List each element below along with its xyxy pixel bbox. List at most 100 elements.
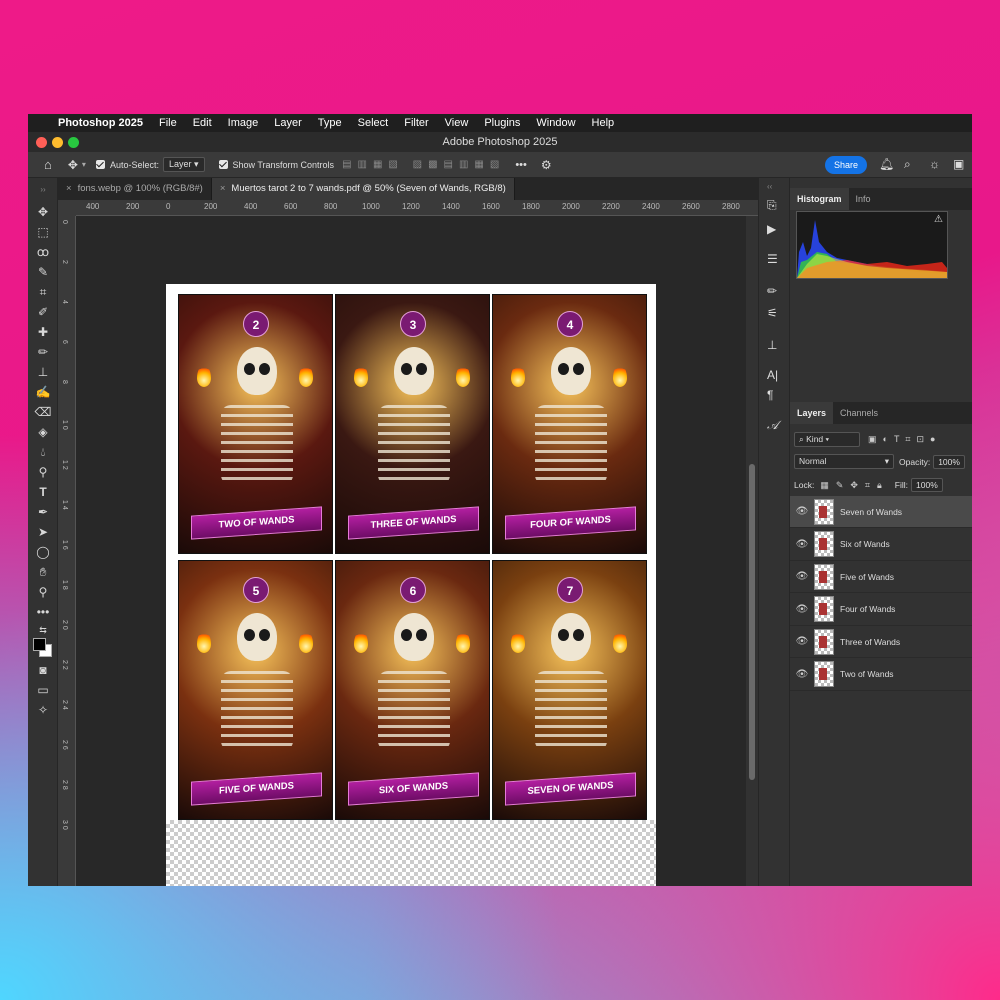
layer-row[interactable]: 👁︎ Seven of Wands xyxy=(790,496,972,528)
auto-select-checkbox[interactable]: Auto-Select: xyxy=(95,160,159,170)
move-tool[interactable]: ✥ xyxy=(34,204,52,220)
tab-fons[interactable]: × fons.webp @ 100% (RGB/8#) xyxy=(58,178,212,200)
tab-info[interactable]: Info xyxy=(849,188,878,210)
layer-row[interactable]: 👁︎ Two of Wands xyxy=(790,659,972,691)
opacity-field[interactable]: 100% xyxy=(933,454,965,469)
more-tools-icon[interactable]: ••• xyxy=(34,604,52,620)
warning-icon[interactable]: ⚠ xyxy=(934,214,943,225)
eye-icon[interactable]: 👁︎ xyxy=(790,604,814,615)
tarot-card[interactable]: 3 THREE OF WANDS xyxy=(335,294,490,554)
blur-tool[interactable]: 💧︎ xyxy=(34,444,52,460)
menu-type[interactable]: Type xyxy=(318,117,342,129)
menu-plugins[interactable]: Plugins xyxy=(484,117,520,129)
scrollbar-thumb[interactable] xyxy=(749,464,755,780)
filter-icons[interactable]: ▣◐T⌗⊡● xyxy=(868,434,941,445)
hand-tool[interactable]: ✋︎ xyxy=(34,564,52,580)
bell-icon[interactable]: 🔔︎ xyxy=(879,157,894,171)
kind-filter[interactable]: ⌕ Kind ▾ ▣◐T⌗⊡● xyxy=(794,432,941,447)
collapse-icon[interactable]: ‹‹ xyxy=(767,182,772,191)
brush-tool[interactable]: ✏ xyxy=(34,344,52,360)
workspace-icon[interactable]: ▣ xyxy=(953,157,964,171)
layer-row[interactable]: 👁︎ Three of Wands xyxy=(790,626,972,658)
dodge-tool[interactable]: ⚲ xyxy=(34,464,52,480)
zoom-window-button[interactable] xyxy=(68,137,79,148)
menu-filter[interactable]: Filter xyxy=(404,117,428,129)
path-select-tool[interactable]: ➤ xyxy=(34,524,52,540)
history-brush-tool[interactable]: ✍ xyxy=(34,384,52,400)
menu-select[interactable]: Select xyxy=(358,117,389,129)
brush-settings-icon[interactable]: ✏ xyxy=(767,284,777,298)
menu-window[interactable]: Window xyxy=(536,117,575,129)
close-window-button[interactable] xyxy=(36,137,47,148)
menu-view[interactable]: View xyxy=(445,117,469,129)
character-icon[interactable]: A| xyxy=(767,368,778,382)
vertical-ruler[interactable]: 0 2 4 6 8 1 0 1 2 1 4 1 6 1 8 2 0 2 2 2 … xyxy=(58,216,76,886)
type-tool[interactable]: T xyxy=(34,484,52,500)
close-icon[interactable]: × xyxy=(66,183,72,194)
history-icon[interactable]: ⎘ xyxy=(767,198,777,213)
menu-help[interactable]: Help xyxy=(592,117,615,129)
ellipse-tool[interactable]: ◯ xyxy=(34,544,52,560)
quick-select-tool[interactable]: ✎ xyxy=(34,264,52,280)
app-name[interactable]: Photoshop 2025 xyxy=(58,117,143,129)
lasso-tool[interactable]: ꝏ xyxy=(34,244,52,260)
horizontal-ruler[interactable]: 400 200 0 200 400 600 800 1000 1200 1400… xyxy=(76,200,786,216)
tarot-card[interactable]: 6 SIX OF WANDS xyxy=(335,560,490,820)
search-icon[interactable]: ⌕ xyxy=(904,157,911,172)
kind-dropdown[interactable]: ⌕ Kind ▾ xyxy=(794,432,860,447)
eyedropper-tool[interactable]: ✐ xyxy=(34,304,52,320)
marquee-tool[interactable]: ⬚ xyxy=(34,224,52,240)
collapse-icon[interactable]: ›› xyxy=(34,182,52,198)
foreground-color-swatch[interactable] xyxy=(33,638,46,651)
tarot-card[interactable]: 5 FIVE OF WANDS xyxy=(178,560,333,820)
paragraph-icon[interactable]: ¶ xyxy=(767,388,773,402)
screen-mode-icon[interactable]: ▭ xyxy=(34,682,52,698)
layer-row[interactable]: 👁︎ Six of Wands xyxy=(790,529,972,561)
properties-icon[interactable]: ⚟ xyxy=(767,306,778,320)
tarot-card[interactable]: 7 SEVEN OF WANDS xyxy=(492,560,647,820)
document-artboard[interactable]: 2 TWO OF WANDS 3 THREE OF WANDS 4 FOUR OF WAN… xyxy=(166,284,656,886)
move-tool-icon[interactable]: ✥ xyxy=(68,158,78,172)
lock-icons[interactable]: ▦✎✥⌗🔒︎ xyxy=(820,480,888,491)
eye-icon[interactable]: 👁︎ xyxy=(790,506,814,517)
clone-stamp-tool[interactable]: ⊥ xyxy=(34,364,52,380)
quick-mask-icon[interactable]: ◙ xyxy=(34,662,52,678)
generative-icon[interactable]: ✧ xyxy=(34,702,52,718)
play-actions-icon[interactable]: ▶ xyxy=(767,222,776,236)
menu-layer[interactable]: Layer xyxy=(274,117,302,129)
tarot-card[interactable]: 2 TWO OF WANDS xyxy=(178,294,333,554)
clone-source-icon[interactable]: ⊥ xyxy=(767,338,777,352)
minimize-window-button[interactable] xyxy=(52,137,63,148)
tab-layers[interactable]: Layers xyxy=(790,402,834,424)
eye-icon[interactable]: 👁︎ xyxy=(790,539,814,550)
zoom-tool[interactable]: ⚲ xyxy=(34,584,52,600)
more-options-button[interactable]: ••• xyxy=(515,159,527,171)
fill-field[interactable]: 100% xyxy=(911,478,943,492)
share-button[interactable]: Share xyxy=(825,156,867,174)
gear-icon[interactable]: ⚙ xyxy=(541,158,552,172)
eye-icon[interactable]: 👁︎ xyxy=(790,636,814,647)
home-icon[interactable]: ⌂ xyxy=(44,157,52,172)
vertical-scrollbar[interactable] xyxy=(746,216,758,886)
glyphs-icon[interactable]: 𝒜 xyxy=(767,418,778,433)
close-icon[interactable]: × xyxy=(220,183,226,194)
menu-edit[interactable]: Edit xyxy=(193,117,212,129)
eye-icon[interactable]: 👁︎ xyxy=(790,571,814,582)
eraser-tool[interactable]: ⌫ xyxy=(34,404,52,420)
tab-histogram[interactable]: Histogram xyxy=(790,188,849,210)
tarot-card[interactable]: 4 FOUR OF WANDS xyxy=(492,294,647,554)
adjustments-icon[interactable]: ☰ xyxy=(767,252,778,266)
chevron-down-icon[interactable]: ▾ xyxy=(82,160,86,169)
layer-row[interactable]: 👁︎ Four of Wands xyxy=(790,594,972,626)
tab-channels[interactable]: Channels xyxy=(833,402,885,424)
eye-icon[interactable]: 👁︎ xyxy=(790,669,814,680)
menu-file[interactable]: File xyxy=(159,117,177,129)
layer-row[interactable]: 👁︎ Five of Wands xyxy=(790,561,972,593)
swap-colors-icon[interactable]: ⇆ xyxy=(34,622,52,638)
pen-tool[interactable]: ✒ xyxy=(34,504,52,520)
crop-tool[interactable]: ⌗ xyxy=(34,284,52,300)
tab-muertos-tarot[interactable]: × Muertos tarot 2 to 7 wands.pdf @ 50% (S… xyxy=(211,178,515,200)
auto-select-dropdown[interactable]: Layer ▾ xyxy=(162,157,205,172)
transform-controls-checkbox[interactable]: Show Transform Controls xyxy=(218,160,334,170)
menu-image[interactable]: Image xyxy=(228,117,259,129)
